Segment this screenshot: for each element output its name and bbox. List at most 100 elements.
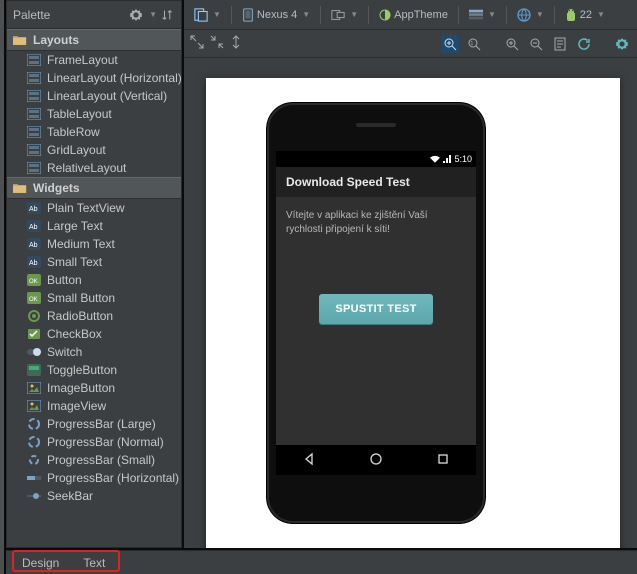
palette-item-label: Medium Text [47,237,115,251]
svg-text:OK: OK [29,297,38,303]
device-dropdown[interactable]: Nexus 4 ▼ [238,4,314,26]
status-bar: 5:10 [276,151,476,167]
editor-tabs: Design Text [6,550,637,574]
chevron-down-icon: ▼ [597,10,605,19]
zoom-out-icon[interactable] [527,35,545,53]
gear-icon[interactable] [129,8,143,22]
api-label: 22 [580,9,592,21]
tab-design[interactable]: Design [10,553,71,573]
palette-item-label: Button [47,273,82,287]
palette-item-label: ImageButton [47,381,115,395]
palette-item[interactable]: LinearLayout (Vertical) [7,87,181,105]
widget-icon: OK [27,274,41,286]
palette-item-label: LinearLayout (Vertical) [47,89,167,103]
svg-text:Ab: Ab [29,242,38,249]
group-label: Layouts [33,33,79,47]
back-icon[interactable] [302,452,316,469]
palette-item[interactable]: RelativeLayout [7,159,181,177]
palette-item[interactable]: ToggleButton [7,361,181,379]
start-test-button[interactable]: SPUSTIT TEST [319,294,432,324]
widget-icon [27,328,41,340]
recents-icon[interactable] [436,452,450,469]
refresh-icon[interactable] [575,35,593,53]
palette-item[interactable]: LinearLayout (Horizontal) [7,69,181,87]
group-layouts[interactable]: Layouts [7,29,181,51]
view-toolbar: 1 [184,30,637,58]
layout-icon [27,72,41,84]
palette-item[interactable]: RadioButton [7,307,181,325]
palette-item[interactable]: TableLayout [7,105,181,123]
palette-item-label: TableLayout [47,107,112,121]
wifi-icon [430,155,440,163]
app-title: Download Speed Test [276,167,476,197]
layout-icon [27,126,41,138]
palette-item[interactable]: SeekBar [7,487,181,505]
palette-item[interactable]: ProgressBar (Small) [7,451,181,469]
palette-item[interactable]: ProgressBar (Large) [7,415,181,433]
device-label: Nexus 4 [257,9,297,21]
palette-item-label: Large Text [47,219,103,233]
palette-item[interactable]: FrameLayout [7,51,181,69]
widget-icon: Ab [27,256,41,268]
svg-text:Ab: Ab [29,206,38,213]
widget-icon: Ab [27,202,41,214]
android-navbar [276,445,476,475]
widget-icon [27,490,41,502]
palette-item[interactable]: ImageButton [7,379,181,397]
zoom-actual-icon[interactable]: 1 [465,35,483,53]
layout-variants-button[interactable]: ▼ [190,4,225,26]
palette-panel: Palette ▼ Layouts FrameLayoutLinearLayou… [6,0,182,548]
widget-icon [27,364,41,376]
chevron-down-icon: ▼ [213,10,221,19]
palette-item[interactable]: Ab Large Text [7,217,181,235]
widget-icon [27,436,41,448]
api-dropdown[interactable]: 22 ▼ [561,4,609,26]
chevron-down-icon: ▼ [536,10,544,19]
locale-dropdown[interactable]: ▼ [513,4,548,26]
wrap-icon[interactable] [230,35,242,52]
palette-item[interactable]: Ab Medium Text [7,235,181,253]
expand-icon[interactable] [190,35,204,52]
home-icon[interactable] [369,452,383,469]
palette-item-label: LinearLayout (Horizontal) [47,71,181,85]
settings-icon[interactable] [613,35,631,53]
screenshot-icon[interactable] [551,35,569,53]
group-widgets[interactable]: Widgets [7,177,181,199]
layout-icon [27,90,41,102]
tab-text[interactable]: Text [71,553,117,573]
svg-text:Ab: Ab [29,260,38,267]
palette-item[interactable]: CheckBox [7,325,181,343]
orientation-dropdown[interactable]: ▼ [327,4,362,26]
theme-dropdown[interactable]: AppTheme [375,4,452,26]
palette-item-label: RadioButton [47,309,113,323]
status-time: 5:10 [454,154,472,164]
zoom-in-icon[interactable] [503,35,521,53]
shrink-icon[interactable] [210,35,224,52]
palette-item[interactable]: TableRow [7,123,181,141]
zoom-fit-icon[interactable] [441,35,459,53]
sort-icon[interactable] [161,8,175,22]
palette-item-label: ProgressBar (Normal) [47,435,164,449]
palette-item-label: Plain TextView [47,201,125,215]
palette-item-label: TableRow [47,125,100,139]
layout-icon [27,144,41,156]
palette-item[interactable]: ProgressBar (Normal) [7,433,181,451]
chevron-down-icon[interactable]: ▼ [149,10,157,19]
design-canvas[interactable]: 5:10 Download Speed Test Vítejte v aplik… [184,58,637,548]
widget-icon [27,310,41,322]
palette-item[interactable]: Ab Plain TextView [7,199,181,217]
phone-frame: 5:10 Download Speed Test Vítejte v aplik… [267,103,485,523]
widget-icon [27,454,41,466]
widget-icon [27,346,41,358]
svg-text:Ab: Ab [29,224,38,231]
palette-item[interactable]: ImageView [7,397,181,415]
palette-item[interactable]: OKSmall Button [7,289,181,307]
palette-item[interactable]: OK Button [7,271,181,289]
phone-screen: 5:10 Download Speed Test Vítejte v aplik… [276,151,476,475]
palette-item-label: SeekBar [47,489,93,503]
activity-dropdown[interactable]: ▼ [465,4,500,26]
palette-item[interactable]: Switch [7,343,181,361]
palette-item[interactable]: ProgressBar (Horizontal) [7,469,181,487]
palette-item[interactable]: AbSmall Text [7,253,181,271]
palette-item[interactable]: GridLayout [7,141,181,159]
